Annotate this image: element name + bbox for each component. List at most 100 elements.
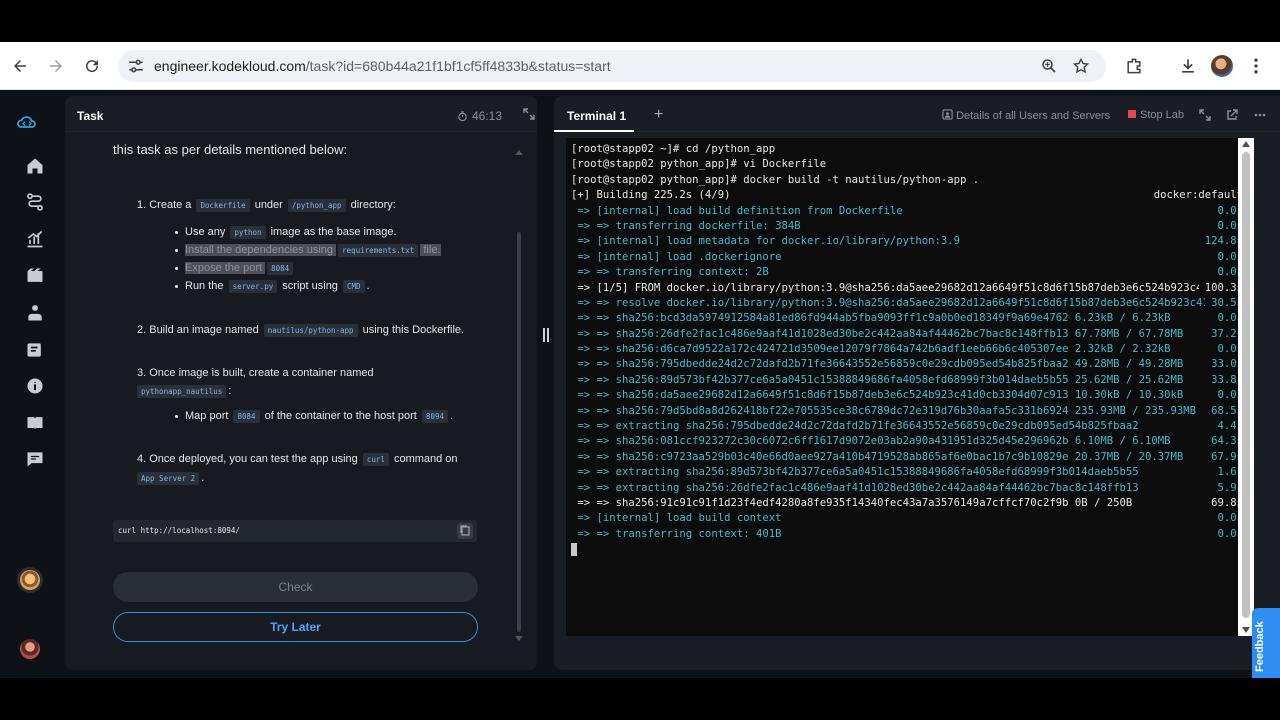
step-text: . [449, 410, 454, 422]
growth-icon[interactable] [24, 228, 46, 250]
more-vert-icon[interactable] [1244, 54, 1268, 78]
url-path: /task?id=680b44a21f1bf1cf5ff4833b&status… [305, 58, 611, 74]
step-text: under [251, 199, 286, 211]
bullet [175, 267, 178, 270]
inline-code: requirements.txt [338, 244, 419, 257]
terminal-screen[interactable]: [root@stapp02 ~]# cd /python_app [root@st… [566, 138, 1254, 636]
terminal-line: => => sha256:c9723aa529b03c40e66d0aee927… [571, 449, 1243, 466]
terminal-line: => [internal] load build definition from… [571, 203, 1243, 219]
terminal-line: => => extracting sha256:89d573bf42b377ce… [571, 465, 1243, 481]
task-scrollbar[interactable] [517, 232, 521, 632]
book-icon[interactable] [24, 412, 46, 434]
site-info-icon[interactable] [127, 57, 145, 75]
more-icon[interactable] [1254, 109, 1266, 121]
inline-code: 8084 [233, 410, 260, 423]
learning-path-icon[interactable] [24, 191, 46, 213]
scroll-down-arrow[interactable] [1242, 627, 1250, 633]
video-icon[interactable] [24, 265, 46, 287]
active-tab-indicator [554, 130, 634, 132]
curl-command: curl http://localhost:8094/ [118, 526, 240, 535]
terminal-line: => => extracting sha256:795dbedde24d2c72… [571, 419, 1243, 435]
terminal-line-text: => => sha256:081ccf923272c30c6072c6ff161… [571, 435, 1171, 448]
scroll-up-arrow[interactable] [1242, 141, 1250, 147]
inline-code: pythonapp_nautilus [137, 385, 227, 398]
terminal-line-text: => => sha256:26dfe2fac1c486e9aaf41d1028e… [571, 327, 1184, 340]
terminal-line-time: 100.3s [1198, 280, 1243, 296]
url-host: engineer.kodekloud.com [154, 58, 306, 74]
step-text: script using [279, 280, 341, 292]
scroll-down-arrow[interactable] [515, 636, 523, 641]
step-text: . [201, 472, 205, 484]
fullscreen-icon[interactable] [1199, 109, 1211, 121]
task-content: this task as per details mentioned below… [65, 132, 537, 670]
tab-task[interactable]: Task [77, 109, 103, 123]
step-3a: Map port 8084 of the container to the ho… [185, 407, 453, 426]
zoom-icon[interactable] [1040, 57, 1058, 75]
kodekloud-logo-icon[interactable] [12, 112, 42, 134]
terminal-line: [root@stapp02 python_app]# docker build … [571, 173, 1243, 188]
back-arrow-icon[interactable] [8, 54, 32, 78]
user-avatar[interactable] [17, 567, 43, 593]
info-icon[interactable] [24, 375, 46, 397]
address-bar[interactable]: engineer.kodekloud.com/task?id=680b44a21… [118, 50, 1106, 82]
browser-toolbar: engineer.kodekloud.com/task?id=680b44a21… [0, 42, 1280, 90]
inline-code: App Server 2 [137, 472, 200, 485]
terminal-scrollbar[interactable] [1238, 138, 1254, 636]
stop-lab-button[interactable]: Stop Lab [1128, 109, 1184, 121]
step-text: directory: [347, 199, 396, 211]
copy-icon[interactable] [457, 523, 473, 539]
terminal-scroll-thumb[interactable] [1242, 152, 1250, 618]
scroll-up-arrow[interactable] [515, 150, 523, 155]
details-link[interactable]: Details of all Users and Servers [942, 109, 1110, 122]
terminal-line: => => sha256:79d5bd8a8d262418bf22e705535… [571, 403, 1243, 420]
extensions-icon[interactable] [1122, 54, 1146, 78]
step-text: of the container to the host port [261, 410, 420, 422]
step-text: : [228, 385, 232, 397]
terminal-line-text: => [internal] load build definition from… [571, 204, 903, 217]
step-text: image as the base image. [267, 226, 397, 238]
engineer-icon[interactable] [24, 302, 46, 324]
terminal-line: [root@stapp02 ~]# cd /python_app [571, 142, 1243, 157]
terminal-line-text: => => sha256:da5aee29682d12a6649f51c8d6f… [571, 389, 1184, 402]
forward-arrow-icon[interactable] [44, 54, 68, 78]
feedback-label: Feedback [1254, 621, 1266, 672]
profile-avatar[interactable] [1210, 54, 1234, 78]
step-text: 3. Once image is built, create a contain… [137, 367, 374, 379]
download-icon[interactable] [1176, 54, 1200, 78]
terminal-line: => => sha256:26dfe2fac1c486e9aaf41d1028e… [571, 326, 1243, 343]
step-1c: Expose the port 8084 [185, 259, 295, 278]
inline-code: 8084 [267, 262, 294, 275]
task-intro: this task as per details mentioned below… [113, 142, 348, 157]
step-text: Install the dependencies using [185, 244, 337, 256]
profile-avatar[interactable] [20, 639, 40, 659]
inline-code: CMD [342, 280, 365, 293]
terminal-line: => => transferring dockerfile: 384B 0.0s [571, 218, 1243, 235]
plus-icon[interactable]: + [654, 106, 663, 124]
inline-code: server.py [228, 280, 278, 293]
expand-icon[interactable] [523, 108, 535, 120]
details-link-label: Details of all Users and Servers [956, 110, 1111, 122]
users-icon [942, 109, 953, 120]
inline-code: nautilus/python-app [263, 324, 358, 337]
tab-terminal-1[interactable]: Terminal 1 [567, 109, 626, 123]
reload-icon[interactable] [80, 54, 104, 78]
step-1b: Install the dependencies using requireme… [185, 241, 441, 260]
try-later-button[interactable]: Try Later [113, 612, 478, 642]
bookmark-star-icon[interactable] [1072, 57, 1090, 75]
home-icon[interactable] [24, 155, 46, 177]
bullet [175, 231, 178, 234]
feedback-button[interactable]: Feedback [1252, 608, 1280, 678]
terminal-output: [root@stapp02 ~]# cd /python_app [root@st… [571, 142, 1243, 558]
terminal-line-text: => => sha256:89d573bf42b377ce6a5a0451c15… [571, 373, 1184, 386]
terminal-line: => [internal] load .dockerignore 0.0s [571, 249, 1243, 266]
task-panel: Task 46:13 this task as per details ment… [65, 96, 537, 670]
terminal-panel: Terminal 1 + Details of all Users and Se… [554, 96, 1280, 670]
terminal-line-text: => => transferring context: 401B [571, 527, 782, 540]
notes-icon[interactable] [24, 339, 46, 361]
external-link-icon[interactable] [1226, 109, 1238, 121]
panel-resize-handle[interactable] [543, 328, 549, 342]
check-button[interactable]: Check [113, 572, 478, 602]
url-text[interactable]: engineer.kodekloud.com/task?id=680b44a21… [154, 58, 611, 74]
chat-icon[interactable] [24, 448, 46, 470]
terminal-line: => => sha256:bcd3da5974912584a81ed86fd94… [571, 311, 1243, 327]
